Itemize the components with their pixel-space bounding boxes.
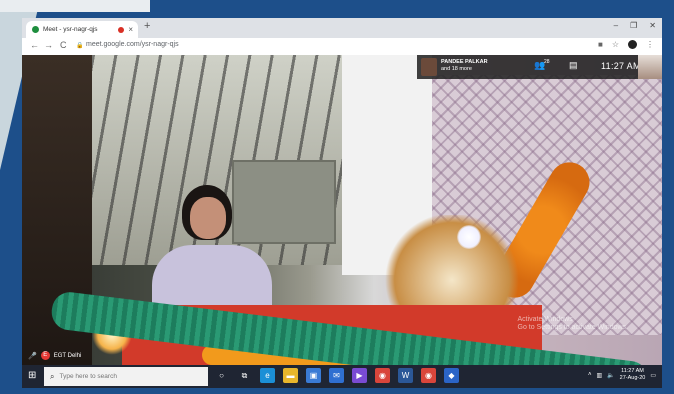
forward-button[interactable]: → xyxy=(44,40,53,50)
app-icon[interactable]: ◆ xyxy=(444,368,459,383)
taskbar-search[interactable]: ⌕ xyxy=(44,367,208,386)
address-bar: ← → C 🔒 meet.google.com/ysr-nagr-qjs ■ ☆… xyxy=(22,38,662,56)
meet-time: 11:27 AM xyxy=(601,61,641,71)
cortana-icon[interactable]: ○ xyxy=(214,368,229,383)
tab-meet[interactable]: Meet - ysr-nagr-qjs × xyxy=(26,21,138,38)
self-label: 🎤 E EGT Delhi xyxy=(28,351,81,360)
camera-icon[interactable]: ■ xyxy=(598,40,603,49)
profile-avatar-icon[interactable] xyxy=(628,40,637,49)
meet-favicon-icon xyxy=(32,26,39,33)
user-avatar: E xyxy=(40,351,50,360)
edge-icon[interactable]: e xyxy=(260,368,275,383)
self-view-thumbnail[interactable] xyxy=(638,55,662,79)
user-name: EGT Delhi xyxy=(53,352,82,359)
people-count: 28 xyxy=(544,59,550,65)
window-controls: – ❐ ✕ xyxy=(614,21,656,30)
tab-bar: Meet - ysr-nagr-qjs × + – ❐ ✕ xyxy=(22,18,662,38)
microphone-icon[interactable]: 🎤 xyxy=(28,352,37,360)
presenter-label: PANDEE PALKAR and 18 more xyxy=(441,59,488,73)
watermark-line1: Activate Windows xyxy=(517,316,573,323)
taskbar-clock[interactable]: 11:27 AM 27-Aug-20 xyxy=(620,368,646,382)
notification-icon[interactable]: ▭ xyxy=(650,372,656,379)
chrome-icon[interactable]: ◉ xyxy=(375,368,390,383)
chat-icon[interactable]: ▤ xyxy=(569,60,578,71)
search-input[interactable] xyxy=(59,373,190,380)
restore-button[interactable]: ❐ xyxy=(630,21,637,30)
presenter-sub: and 18 more xyxy=(441,66,472,72)
minimize-button[interactable]: – xyxy=(614,21,618,30)
chrome-active-icon[interactable]: ◉ xyxy=(421,368,436,383)
tab-close-icon[interactable]: × xyxy=(128,25,133,34)
word-icon[interactable]: W xyxy=(398,368,413,383)
task-view-icon[interactable]: ⧉ xyxy=(237,368,252,383)
presenter-name: PANDEE PALKAR xyxy=(441,59,488,65)
back-button[interactable]: ← xyxy=(30,40,39,50)
network-icon[interactable]: ▥ xyxy=(596,372,602,379)
presenter-thumbnail[interactable] xyxy=(421,58,437,76)
system-tray: ˄ ▥ 🔈 11:27 AM 27-Aug-20 ▭ xyxy=(588,368,656,382)
chevron-up-icon[interactable]: ˄ xyxy=(588,372,592,378)
taskbar: ⊞ ⌕ ○ ⧉ e ▬ ▣ ✉ ▶ ◉ W ◉ ◆ ˄ ▥ 🔈 11:27 AM 27-Aug-20… xyxy=(22,365,662,388)
menu-icon[interactable]: ⋮ xyxy=(646,40,654,49)
meet-info-bar: PANDEE PALKAR and 18 more 👥 28 ▤ 11:27 A… xyxy=(417,55,662,79)
activate-windows-watermark: Activate Windows Go to Settings to activ… xyxy=(518,316,629,332)
url-field[interactable]: meet.google.com/ysr-nagr-qjs xyxy=(86,41,179,48)
background-strip xyxy=(0,0,150,12)
file-explorer-icon[interactable]: ▬ xyxy=(283,368,298,383)
taskbar-apps: ○ ⧉ e ▬ ▣ ✉ ▶ ◉ W ◉ ◆ xyxy=(214,368,459,383)
recording-indicator-icon xyxy=(118,26,125,33)
mail-icon[interactable]: ✉ xyxy=(329,368,344,383)
reload-button[interactable]: C xyxy=(60,40,67,50)
screen: Meet - ysr-nagr-qjs × + – ❐ ✕ ← → C 🔒 me… xyxy=(22,18,662,388)
address-bar-icons: ■ ☆ ⋮ xyxy=(598,40,654,49)
person-face xyxy=(190,197,226,239)
lock-icon: 🔒 xyxy=(76,43,84,49)
clock-time: 11:27 AM xyxy=(621,368,644,374)
store-icon[interactable]: ▣ xyxy=(306,368,321,383)
clock-date: 27-Aug-20 xyxy=(619,375,646,381)
video-light xyxy=(457,225,481,249)
windows-start-icon[interactable]: ⊞ xyxy=(28,370,36,381)
star-icon[interactable]: ☆ xyxy=(612,40,619,49)
watermark-line2: Go to Settings to activate Windows. xyxy=(517,324,629,331)
search-icon: ⌕ xyxy=(50,371,55,381)
close-window-button[interactable]: ✕ xyxy=(649,21,656,30)
tab-title: Meet - ysr-nagr-qjs xyxy=(43,26,98,33)
new-tab-button[interactable]: + xyxy=(144,20,150,32)
volume-icon[interactable]: 🔈 xyxy=(607,372,614,379)
media-icon[interactable]: ▶ xyxy=(352,368,367,383)
